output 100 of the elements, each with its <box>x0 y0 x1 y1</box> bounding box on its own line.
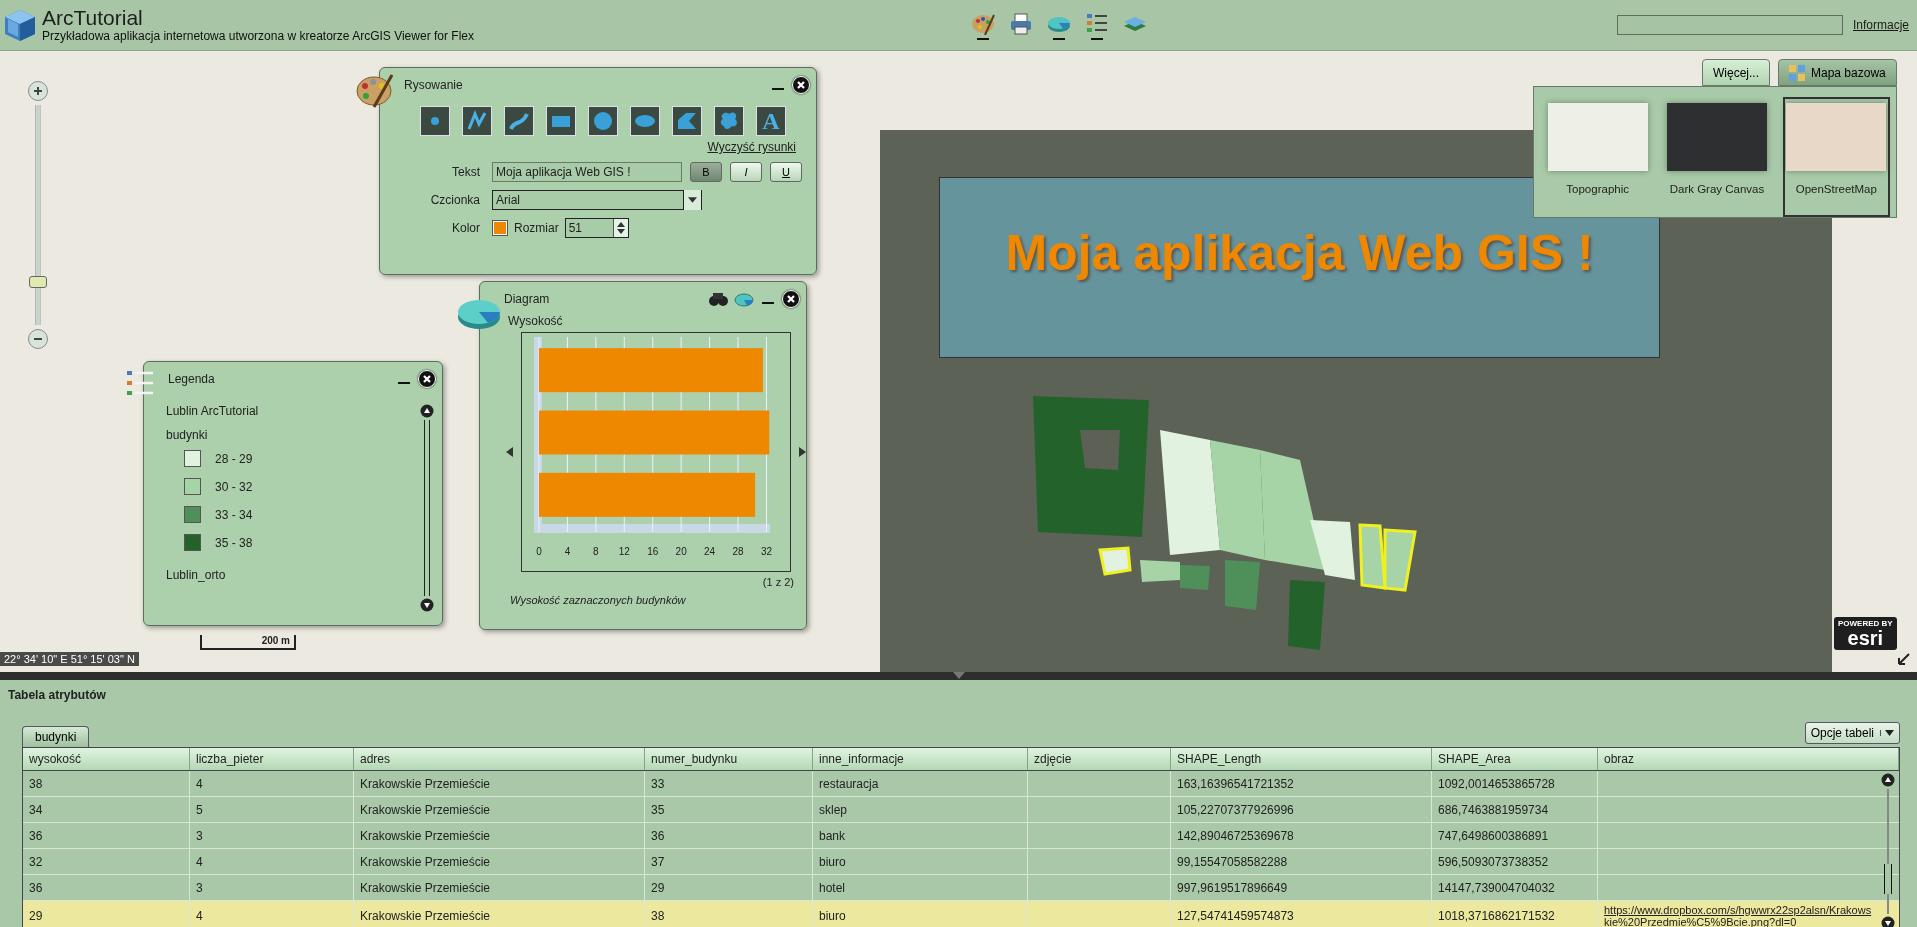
more-button[interactable]: Więcej... <box>1702 59 1770 86</box>
table-options-dropdown[interactable]: Opcje tabeli <box>1804 722 1900 744</box>
zoom-in-button[interactable] <box>28 81 48 101</box>
font-dropdown[interactable]: Arial <box>492 190 702 210</box>
column-header[interactable]: adres <box>354 748 645 770</box>
clear-drawings-link[interactable]: Wyczyść rysunki <box>707 140 796 154</box>
basemap-option[interactable]: Dark Gray Canvas <box>1663 97 1771 217</box>
point-tool-button[interactable] <box>420 106 450 136</box>
freehand-tool-button[interactable] <box>504 106 534 136</box>
cube-logo-icon <box>2 7 38 43</box>
bold-toggle[interactable]: B <box>690 162 722 182</box>
close-icon <box>796 80 806 90</box>
color-swatch[interactable] <box>492 220 508 236</box>
scroll-down-icon[interactable] <box>420 598 434 612</box>
table-cell: 1092,0014653865728 <box>1432 771 1598 796</box>
basemap-option[interactable]: OpenStreetMap <box>1782 97 1890 217</box>
tick-label: 12 <box>618 546 630 557</box>
column-header[interactable]: numer_budynku <box>645 748 813 770</box>
scroll-up-icon[interactable] <box>420 404 434 418</box>
printer-icon <box>1008 10 1034 35</box>
legend-label: 30 - 32 <box>215 479 253 494</box>
table-row[interactable]: 36 3 Krakowskie Przemieście 36 bank 142,89046725369678 747,6498600386891 <box>23 823 1899 849</box>
table-cell: 32 <box>23 849 190 874</box>
page-indicator: (1 z 2) <box>761 575 795 588</box>
rectangle-tool-button[interactable] <box>546 106 576 136</box>
table-cell: Krakowskie Przemieście <box>354 901 645 927</box>
column-header[interactable]: SHAPE_Length <box>1171 748 1432 770</box>
info-link[interactable]: Informacje <box>1852 18 1909 32</box>
column-header[interactable]: SHAPE_Area <box>1432 748 1598 770</box>
table-cell: 34 <box>23 797 190 822</box>
table-cell: 4 <box>190 771 354 796</box>
scale-label: 200 m <box>261 635 291 646</box>
table-cell: 163,16396541721352 <box>1171 771 1432 796</box>
table-cell: 747,6498600386891 <box>1432 823 1598 848</box>
text-field[interactable]: Moja aplikacja Web GIS ! <box>492 162 682 182</box>
series-label: Wysokość <box>507 313 564 330</box>
binoculars-icon[interactable] <box>708 291 728 307</box>
table-cell: 5 <box>190 797 354 822</box>
up-caret-icon[interactable] <box>616 222 625 227</box>
table-cell: 1018,3716862171532 <box>1432 901 1598 927</box>
column-header[interactable]: inne_informacje <box>813 748 1028 770</box>
table-cell: biuro <box>813 849 1028 874</box>
field-label: Tekst <box>451 165 481 179</box>
next-arrow-icon[interactable] <box>799 445 806 459</box>
coordinates-label: 22° 34' 10" E 51° 15' 03" N <box>0 652 139 666</box>
blob-tool-button[interactable] <box>714 106 744 136</box>
close-button[interactable] <box>792 76 810 94</box>
down-caret-icon[interactable] <box>616 229 625 234</box>
app-title: ArcTutorial <box>42 7 144 29</box>
legend-label: 33 - 34 <box>215 507 253 522</box>
pie-chart-icon[interactable] <box>734 291 754 307</box>
zoom-out-button[interactable] <box>28 329 48 349</box>
table-cell: restauracja <box>813 771 1028 796</box>
table-cell: 596,5093073738352 <box>1432 849 1598 874</box>
table-cell: Krakowskie Przemieście <box>354 875 645 900</box>
search-field[interactable] <box>1616 15 1843 35</box>
table-row[interactable]: 34 5 Krakowskie Przemieście 35 sklep 105,22707377926996 686,7463881959734 <box>23 797 1899 823</box>
column-header[interactable]: obraz <box>1598 748 1899 770</box>
scrollbar[interactable] <box>420 404 434 612</box>
scrollbar[interactable] <box>1881 773 1895 927</box>
caret-icon <box>683 190 701 210</box>
table-cell: 29 <box>645 875 813 900</box>
column-header[interactable]: liczba_pieter <box>190 748 354 770</box>
column-header[interactable]: zdjęcie <box>1028 748 1171 770</box>
expand-arrow-icon[interactable] <box>1896 651 1912 667</box>
layer-tab[interactable]: budynki <box>22 726 90 747</box>
text-tool-button[interactable]: A <box>756 106 786 136</box>
tick-label: 28 <box>732 546 744 557</box>
close-button[interactable] <box>782 290 800 308</box>
table-cell: 29 <box>23 901 190 927</box>
table-cell: Krakowskie Przemieście <box>354 823 645 848</box>
tick-label: 32 <box>760 546 772 557</box>
table-row[interactable]: 38 4 Krakowskie Przemieście 33 restauracja 163,16396541721352 1092,0014653865728 <box>23 771 1899 797</box>
italic-toggle[interactable]: I <box>730 162 762 182</box>
table-row[interactable]: 36 3 Krakowskie Przemieście 29 hotel 997,9619517896649 14147,739004704032 <box>23 875 1899 901</box>
basemap-button[interactable]: Mapa bazowa <box>1778 59 1897 86</box>
column-header[interactable]: wysokość <box>23 748 190 770</box>
previous-arrow-icon[interactable] <box>506 445 513 459</box>
table-cell: 997,9619517896649 <box>1171 875 1432 900</box>
underline-toggle[interactable]: U <box>770 162 802 182</box>
polygon-tool-button[interactable] <box>672 106 702 136</box>
slider-thumb[interactable] <box>29 276 47 288</box>
scroll-thumb[interactable] <box>1884 864 1892 894</box>
scroll-down-icon[interactable] <box>1881 916 1895 927</box>
chart-caption: Wysokość zaznaczonych budynków <box>509 593 687 606</box>
tick-label: 20 <box>675 546 687 557</box>
grid-icon <box>1789 64 1805 81</box>
polyline-tool-button[interactable] <box>462 106 492 136</box>
scroll-up-icon[interactable] <box>1881 773 1895 787</box>
legend-label: 35 - 38 <box>215 535 253 550</box>
ellipse-tool-button[interactable] <box>630 106 660 136</box>
panel-title: Diagram <box>504 292 551 306</box>
basemap-option[interactable]: Topographic <box>1544 97 1652 217</box>
close-icon <box>422 374 432 384</box>
table-cell: Krakowskie Przemieście <box>354 771 645 796</box>
close-button[interactable] <box>418 370 436 388</box>
size-spinner[interactable]: 51 <box>564 218 629 238</box>
tick-label: 8 <box>593 546 599 557</box>
circle-tool-button[interactable] <box>588 106 618 136</box>
table-row[interactable]: 32 4 Krakowskie Przemieście 37 biuro 99,15547058582288 596,5093073738352 <box>23 849 1899 875</box>
